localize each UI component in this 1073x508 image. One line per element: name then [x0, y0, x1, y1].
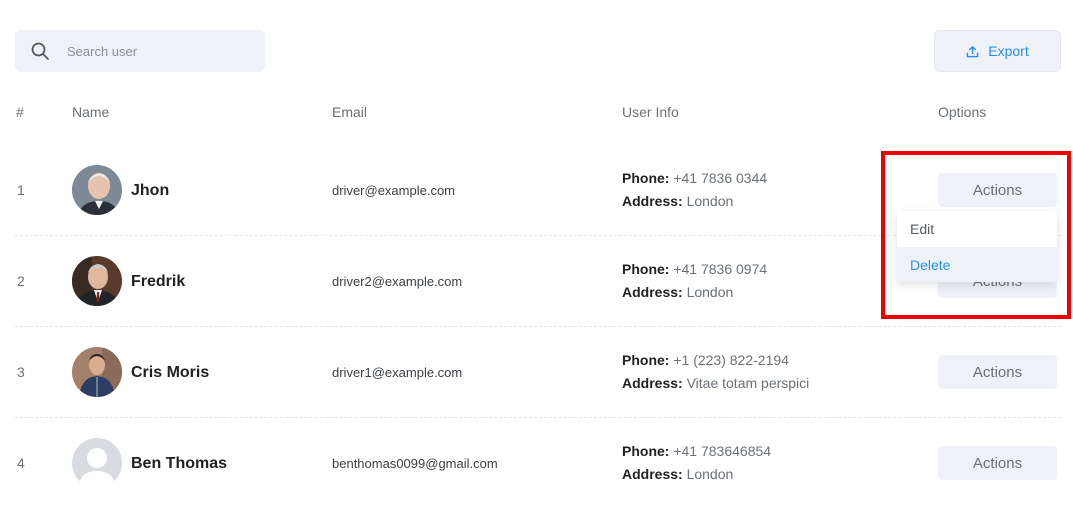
address-value: London — [686, 284, 734, 300]
user-email: benthomas0099@gmail.com — [332, 456, 498, 471]
menu-item-edit[interactable]: Edit — [897, 211, 1057, 246]
phone-label: Phone: — [622, 443, 670, 459]
row-number: 1 — [17, 182, 25, 198]
avatar — [72, 165, 122, 215]
search-box[interactable] — [15, 30, 265, 72]
search-input[interactable] — [67, 30, 257, 72]
address-label: Address: — [622, 284, 683, 300]
header-name: Name — [72, 104, 110, 120]
address-value: London — [686, 466, 734, 482]
avatar — [72, 347, 122, 397]
user-name: Ben Thomas — [131, 455, 228, 472]
user-name: Jhon — [131, 182, 170, 199]
row-number: 4 — [17, 455, 25, 471]
search-icon — [31, 42, 49, 60]
user-email: driver@example.com — [332, 183, 456, 198]
address-label: Address: — [622, 193, 683, 209]
menu-item-delete[interactable]: Delete — [897, 247, 1057, 282]
address-label: Address: — [622, 375, 683, 391]
header-options: Options — [938, 104, 987, 120]
phone-value: +41 7836 0974 — [673, 261, 768, 277]
user-name: Cris Moris — [131, 364, 210, 381]
actions-button[interactable]: Actions — [938, 355, 1057, 389]
header-index: # — [16, 104, 24, 120]
export-button[interactable]: Export — [934, 30, 1061, 72]
actions-button[interactable]: Actions — [938, 446, 1057, 480]
row-number: 2 — [17, 273, 25, 289]
user-name: Fredrik — [131, 273, 186, 290]
address-value: London — [686, 193, 734, 209]
user-info: Phone: +41 783646854 Address: London — [622, 440, 771, 486]
phone-label: Phone: — [622, 352, 670, 368]
phone-label: Phone: — [622, 261, 670, 277]
table-row: 4 Ben Thomas benthomas0099@gmail.com Pho… — [15, 418, 1061, 508]
export-label: Export — [988, 43, 1029, 59]
user-info: Phone: +41 7836 0974 Address: London — [622, 258, 767, 304]
avatar-placeholder — [72, 438, 122, 488]
user-email: driver1@example.com — [332, 365, 463, 380]
user-info: Phone: +41 7836 0344 Address: London — [622, 167, 767, 213]
phone-value: +41 783646854 — [673, 443, 772, 459]
header-user-info: User Info — [622, 104, 679, 120]
row-number: 3 — [17, 364, 25, 380]
avatar — [72, 256, 122, 306]
address-label: Address: — [622, 466, 683, 482]
actions-dropdown: Edit Delete — [897, 211, 1057, 282]
phone-value: +41 7836 0344 — [673, 170, 768, 186]
user-info: Phone: +1 (223) 822-2194 Address: Vitae … — [622, 349, 809, 395]
phone-label: Phone: — [622, 170, 670, 186]
user-email: driver2@example.com — [332, 274, 463, 289]
address-value: Vitae totam perspici — [686, 375, 810, 391]
actions-button[interactable]: Actions — [938, 173, 1057, 207]
upload-icon — [966, 45, 979, 57]
phone-value: +1 (223) 822-2194 — [673, 352, 789, 368]
header-email: Email — [332, 104, 368, 120]
table-row: 3 Cris Moris driver1@example.com Phone: … — [15, 327, 1061, 418]
